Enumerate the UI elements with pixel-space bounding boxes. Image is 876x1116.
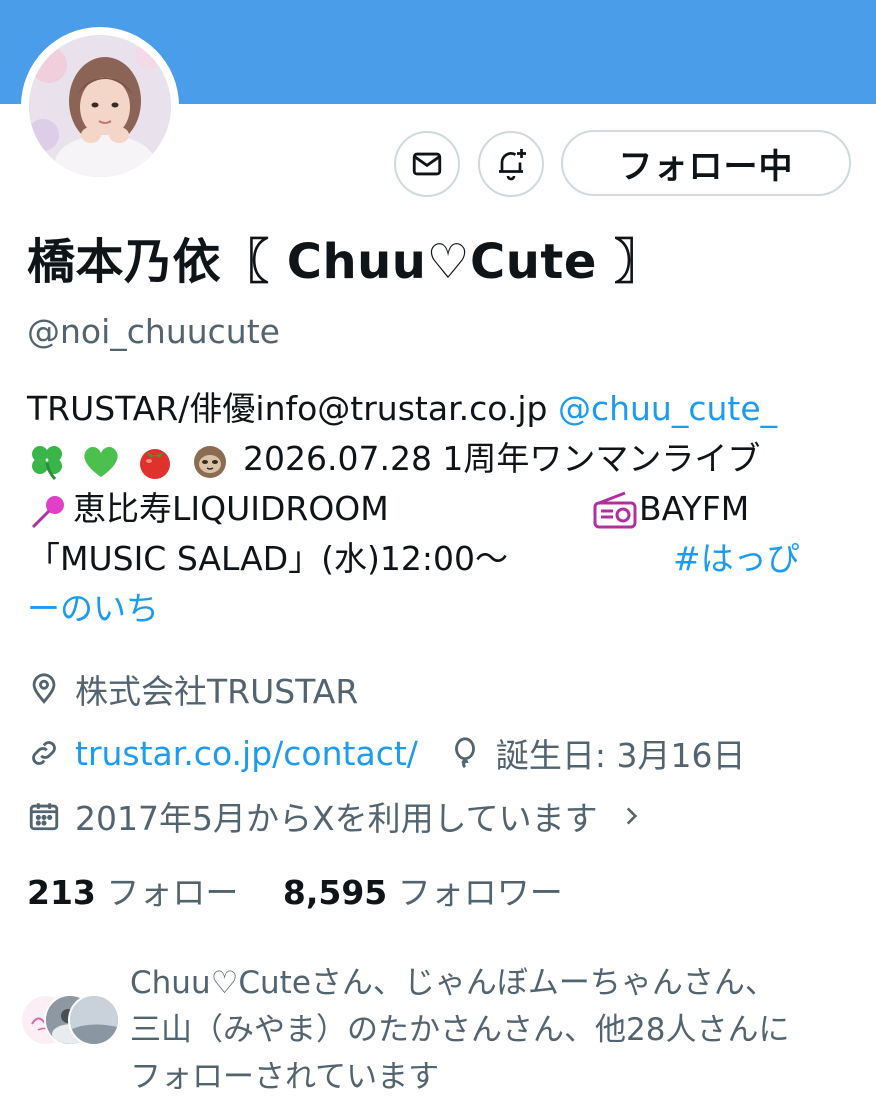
mail-icon	[412, 152, 442, 176]
followed-by-line: Chuu♡Cuteさん、じゃんぼムーちゃんさん、	[130, 965, 776, 1001]
mention-link[interactable]: @chuu_cute_	[558, 389, 777, 428]
followers-label: フォロワー	[397, 873, 563, 912]
follow-stats: 213 フォロー 8,595 フォロワー	[27, 866, 563, 914]
display-name: 橋本乃依〖 Chuu♡Cute 〗	[27, 234, 663, 290]
user-handle: @noi_chuucute	[27, 312, 280, 351]
followers-count: 8,595	[282, 873, 388, 912]
profile-avatar[interactable]	[29, 35, 171, 177]
balloon-icon	[454, 737, 475, 769]
following-count: 213	[27, 873, 96, 912]
joined-text: 2017年5月からXを利用しています	[75, 799, 598, 838]
location-pin-icon	[32, 673, 56, 704]
pushpin-icon	[31, 495, 64, 528]
chevron-right-icon	[626, 807, 637, 825]
follower-avatar	[68, 994, 120, 1046]
bio-line-5: ーのいち	[27, 584, 847, 634]
hashtag-link-continued[interactable]: ーのいち	[27, 589, 159, 628]
bio-line-2: 2026.07.28 1周年ワンマンライブ	[27, 434, 847, 484]
notifications-button[interactable]	[478, 131, 544, 197]
following-link[interactable]: 213 フォロー	[27, 873, 238, 912]
profile-bio: TRUSTAR/俳優info@trustar.co.jp @chuu_cute_…	[27, 384, 847, 634]
website-link[interactable]: trustar.co.jp/contact/	[75, 734, 418, 773]
birthday-text: 誕生日: 3月16日	[495, 736, 746, 775]
bio-radio-group: BAYFM	[593, 484, 749, 534]
following-button[interactable]: フォロー中	[561, 130, 851, 196]
message-button[interactable]	[394, 131, 460, 197]
radio-icon	[593, 491, 637, 528]
link-icon	[32, 741, 56, 765]
green-heart-icon	[83, 446, 118, 477]
calendar-icon	[29, 803, 59, 831]
bio-line-1: TRUSTAR/俳優info@trustar.co.jp @chuu_cute_	[27, 384, 847, 434]
bell-plus-icon	[499, 149, 526, 181]
followed-by-text: Chuu♡Cuteさん、じゃんぼムーちゃんさん、 三山（みやま）のたかさんさん、…	[130, 960, 789, 1101]
four-leaf-clover-icon	[32, 445, 62, 480]
followed-by-line: フォローされています	[130, 1059, 440, 1095]
sloth-icon	[193, 445, 226, 478]
tomato-icon	[140, 448, 170, 479]
bio-text: 2026.07.28 1周年ワンマンライブ	[243, 439, 761, 478]
following-label: フォロー	[106, 873, 239, 912]
joined-row[interactable]: 2017年5月からXを利用しています	[27, 792, 658, 840]
followers-link[interactable]: 8,595 フォロワー	[283, 873, 563, 912]
bio-text: TRUSTAR/俳優info@trustar.co.jp	[27, 389, 558, 428]
location-row: 株式会社TRUSTAR	[27, 665, 358, 713]
followed-by-line: 三山（みやま）のたかさんさん、他28人さんに	[130, 1012, 790, 1048]
bio-text: 恵比寿LIQUIDROOM	[73, 489, 389, 528]
bio-line-4: 「MUSIC SALAD」(水)12:00〜 #はっぴ	[27, 534, 847, 584]
hashtag-link[interactable]: #はっぴ	[673, 534, 800, 584]
location-text: 株式会社TRUSTAR	[75, 672, 359, 711]
bio-line-3: 恵比寿LIQUIDROOM BAYFM	[27, 484, 847, 534]
followed-by-avatars	[20, 994, 120, 1050]
bio-text: BAYFM	[639, 489, 750, 528]
website-birthday-row: trustar.co.jp/contact/ 誕生日: 3月16日	[27, 729, 746, 777]
bio-text: 「MUSIC SALAD」(水)12:00〜	[27, 539, 508, 578]
